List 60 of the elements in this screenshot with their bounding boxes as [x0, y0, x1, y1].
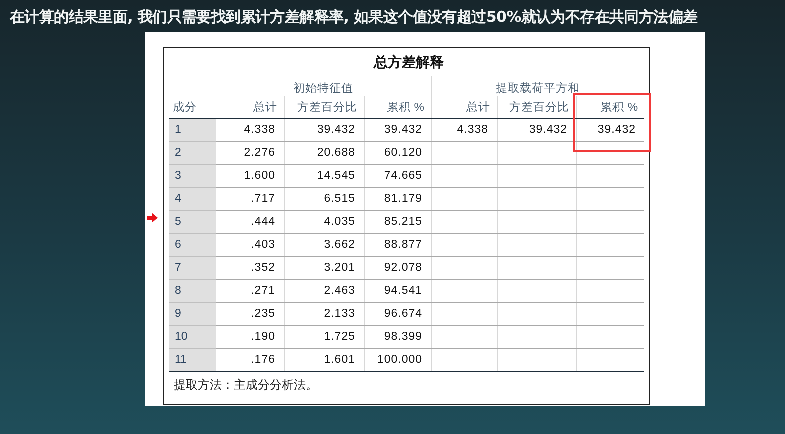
table-cell: .403: [216, 234, 284, 256]
table-cell: 60.120: [364, 142, 432, 164]
table-cell: 3.201: [284, 256, 364, 280]
table-cell: 39.432: [364, 118, 432, 142]
table-cell: 6.515: [284, 188, 364, 210]
table-cell: .352: [216, 256, 284, 280]
row-header-cell: 5: [169, 210, 216, 234]
table-cell: 4.035: [284, 210, 364, 234]
column-header: 方差百分比: [298, 102, 358, 114]
table-cell: 2.276: [216, 142, 284, 164]
row-header-cell: 9: [169, 302, 216, 326]
table-cell: 20.688: [284, 142, 364, 164]
table-cell: 3.662: [284, 234, 364, 256]
group-header: 初始特征值: [293, 83, 354, 95]
column-header: 成分: [173, 102, 197, 114]
table-cell: .235: [216, 302, 284, 326]
table-cell: 4.338: [431, 118, 498, 142]
table-cell: .717: [216, 188, 284, 210]
table-cell: 1.600: [216, 164, 284, 188]
column-header: 累积 %: [600, 102, 638, 114]
table-cell: .190: [216, 326, 284, 348]
group-header: 提取载荷平方和: [496, 83, 580, 95]
row-header-cell: 8: [169, 280, 216, 302]
column-header: 累积 %: [387, 102, 425, 114]
table-cell: 2.463: [284, 280, 364, 302]
table-cell: .271: [216, 280, 284, 302]
table-footnote: 提取方法：主成分分析法。: [173, 377, 319, 394]
table-cell: 14.545: [284, 164, 364, 188]
column-header: 总计: [466, 102, 491, 114]
row-header-cell: 11: [169, 348, 216, 372]
table-cell: 88.877: [364, 234, 432, 256]
table-cell: 100.000: [364, 348, 432, 372]
table-cell: .444: [216, 210, 284, 234]
row-header-cell: 1: [169, 118, 216, 142]
table-cell: 1.725: [284, 326, 364, 348]
table-cell: 98.399: [364, 326, 432, 348]
table-cell: 2.133: [284, 302, 364, 326]
column-header: 方差百分比: [510, 102, 570, 114]
row-header-cell: 2: [169, 142, 216, 164]
table-cell: 39.432: [497, 118, 576, 142]
row-header-cell: 4: [169, 188, 216, 210]
table-cell: 39.432: [284, 118, 364, 142]
table-title: 总方差解释: [372, 54, 445, 73]
row-header-cell: 6: [169, 234, 216, 256]
table-cell: 85.215: [364, 210, 432, 234]
table-cell: 92.078: [364, 256, 432, 280]
table-cell: 81.179: [364, 188, 432, 210]
table-cell: 96.674: [364, 302, 432, 326]
table-cell: 94.541: [364, 280, 432, 302]
table-cell: .176: [216, 348, 284, 372]
row-header-cell: 10: [169, 326, 216, 348]
table-cell: 1.601: [284, 348, 364, 372]
table-cell: 39.432: [576, 118, 644, 142]
slide-heading: 在计算的结果里面, 我们只需要找到累计方差解释率, 如果这个值没有超过50%就认为不存在共同方法偏差: [8, 7, 699, 28]
row-header-cell: 7: [169, 256, 216, 280]
table-cell: 4.338: [216, 118, 284, 142]
row-header-cell: 3: [169, 164, 216, 188]
column-header: 总计: [254, 102, 278, 114]
table-cell: 74.665: [364, 164, 432, 188]
arrow-icon: [147, 213, 158, 223]
